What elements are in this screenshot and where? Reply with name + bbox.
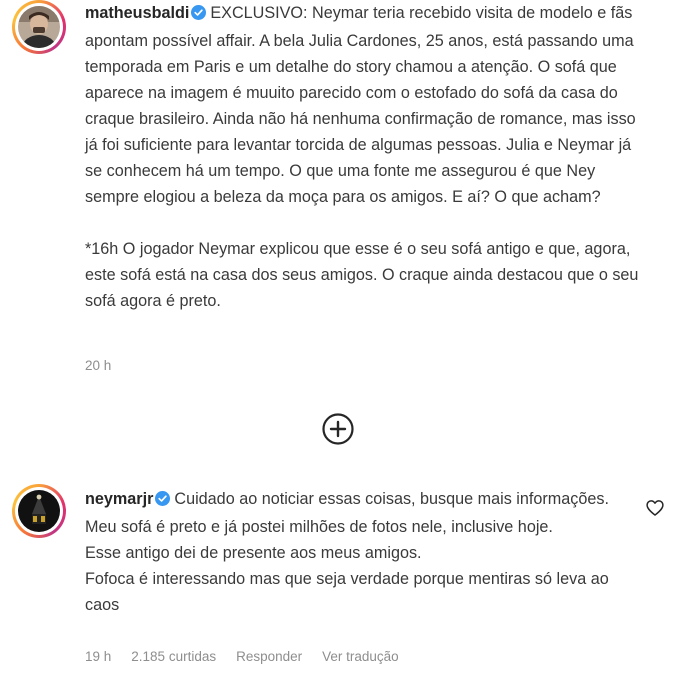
avatar-photo-icon [18,490,60,532]
post-timestamp[interactable]: 20 h [85,358,111,373]
post-meta: 20 h [85,358,111,373]
post-author-username[interactable]: matheusbaldi [85,4,189,22]
reply-button[interactable]: Responder [236,649,302,664]
post-update-paragraph: *16h O jogador Neymar explicou que esse … [85,240,639,310]
comment-author-username[interactable]: neymarjr [85,490,153,508]
post-lead-text: EXCLUSIVO: Neymar teria recebido visita … [85,4,636,206]
heart-icon [646,500,664,516]
comment-paragraph: neymarjr Cuidado ao noticiar essas coisas… [85,486,630,618]
avatar-photo-icon [18,6,60,48]
comment-body: neymarjr Cuidado ao noticiar essas coisas… [85,486,630,618]
verified-badge-icon [155,488,171,514]
post-caption: matheusbaldi EXCLUSIVO: Neymar teria rece… [85,0,645,314]
comment-likes-count[interactable]: 2.185 curtidas [131,649,216,664]
comment-like-button[interactable] [645,498,665,518]
verified-badge-icon [191,2,207,28]
post-author-avatar[interactable] [12,0,66,54]
see-translation-button[interactable]: Ver tradução [322,649,399,664]
comment-timestamp[interactable]: 19 h [85,649,111,664]
plus-circle-icon [322,413,354,445]
load-more-comments-button[interactable] [321,412,355,446]
post-lead-paragraph: matheusbaldi EXCLUSIVO: Neymar teria rece… [85,0,645,210]
comment-meta: 19 h 2.185 curtidas Responder Ver traduç… [85,649,399,664]
comment-author-avatar[interactable] [12,484,66,538]
